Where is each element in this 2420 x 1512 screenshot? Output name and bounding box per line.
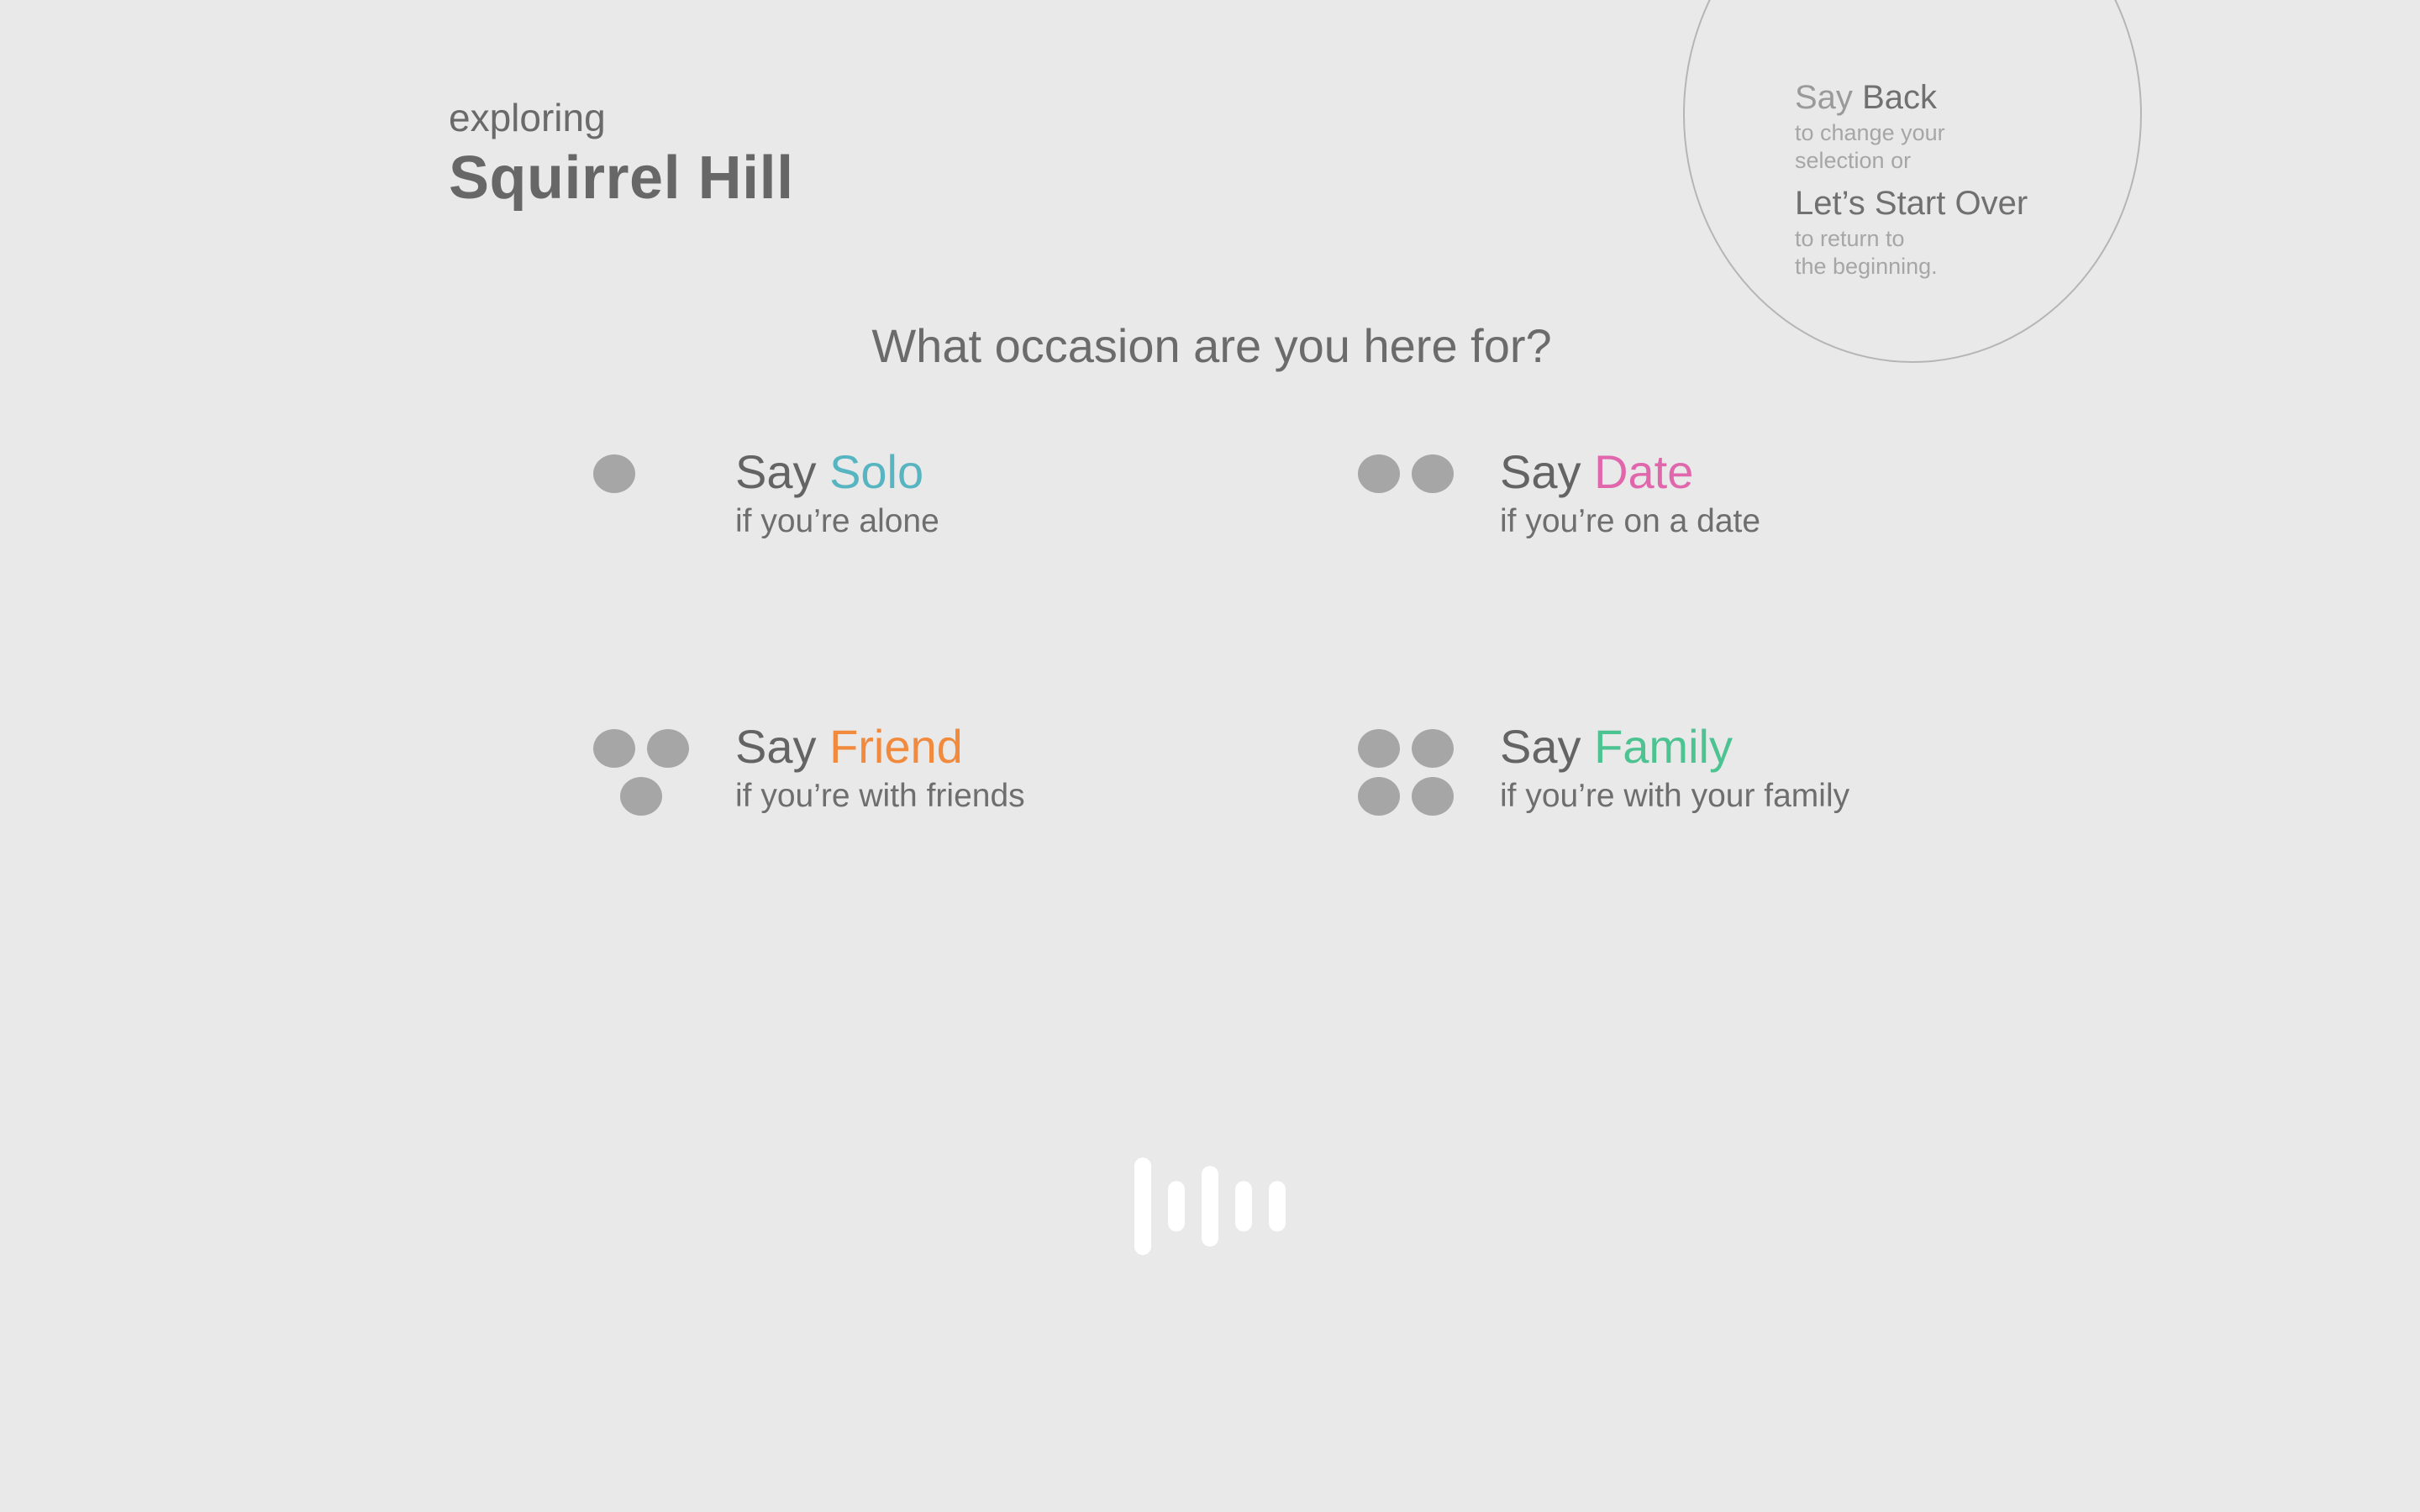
location-header: exploring Squirrel Hill bbox=[449, 94, 794, 215]
solo-person-icon bbox=[593, 454, 635, 493]
option-family-text[interactable]: Say Family if you’re with your family bbox=[1500, 718, 1849, 817]
option-friend-command: Say Friend bbox=[735, 718, 1025, 775]
family-person-icon-1 bbox=[1358, 729, 1400, 768]
voice-help-text: Say Back to change your selection or Let… bbox=[1795, 76, 2064, 281]
occasion-question: What occasion are you here for? bbox=[871, 319, 1552, 372]
family-person-icon-3 bbox=[1358, 777, 1400, 816]
friend-person-icon-3 bbox=[620, 777, 662, 816]
option-solo-text[interactable]: Say Solo if you’re alone bbox=[735, 444, 939, 543]
option-say-label: Say bbox=[1500, 445, 1581, 498]
start-over-desc-line-2: the beginning. bbox=[1795, 254, 1938, 279]
date-person-icon-1 bbox=[1358, 454, 1400, 493]
back-desc-line-2: selection or bbox=[1795, 148, 1912, 173]
waveform-bar bbox=[1269, 1181, 1286, 1231]
option-date-command: Say Date bbox=[1500, 444, 1760, 501]
option-friend-text[interactable]: Say Friend if you’re with friends bbox=[735, 718, 1025, 817]
option-friend-desc: if you’re with friends bbox=[735, 778, 1025, 814]
option-keyword-date: Date bbox=[1594, 445, 1694, 498]
option-family-command: Say Family bbox=[1500, 718, 1849, 775]
option-keyword-family: Family bbox=[1594, 720, 1733, 773]
date-person-icon-2 bbox=[1412, 454, 1454, 493]
option-say-label: Say bbox=[735, 445, 817, 498]
option-keyword-friend: Friend bbox=[829, 720, 963, 773]
location-title: Squirrel Hill bbox=[449, 144, 794, 212]
option-say-label: Say bbox=[1500, 720, 1581, 773]
voice-waveform-icon[interactable] bbox=[1134, 1158, 1287, 1257]
option-say-label: Say bbox=[735, 720, 817, 773]
option-solo-desc: if you’re alone bbox=[735, 503, 939, 539]
option-keyword-solo: Solo bbox=[829, 445, 924, 498]
option-solo-command: Say Solo bbox=[735, 444, 939, 501]
friend-person-icon-1 bbox=[593, 729, 635, 768]
start-over-desc-line-1: to return to bbox=[1795, 226, 1905, 251]
back-desc-line-1: to change your bbox=[1795, 120, 1945, 145]
back-say-label: Say bbox=[1795, 79, 1853, 116]
back-command: Say Back bbox=[1795, 76, 2064, 119]
waveform-bar bbox=[1134, 1158, 1151, 1255]
waveform-bar bbox=[1235, 1181, 1252, 1231]
option-family-desc: if you’re with your family bbox=[1500, 778, 1850, 814]
family-person-icon-2 bbox=[1412, 729, 1454, 768]
start-over-command: Let’s Start Over bbox=[1795, 185, 2028, 222]
back-keyword: Back bbox=[1862, 79, 1937, 116]
family-person-icon-4 bbox=[1412, 777, 1454, 816]
option-date-desc: if you’re on a date bbox=[1500, 503, 1761, 539]
waveform-bar bbox=[1202, 1166, 1218, 1247]
location-subtitle: exploring bbox=[449, 96, 606, 139]
option-date-text[interactable]: Say Date if you’re on a date bbox=[1500, 444, 1760, 543]
waveform-bar bbox=[1168, 1181, 1185, 1231]
friend-person-icon-2 bbox=[647, 729, 689, 768]
